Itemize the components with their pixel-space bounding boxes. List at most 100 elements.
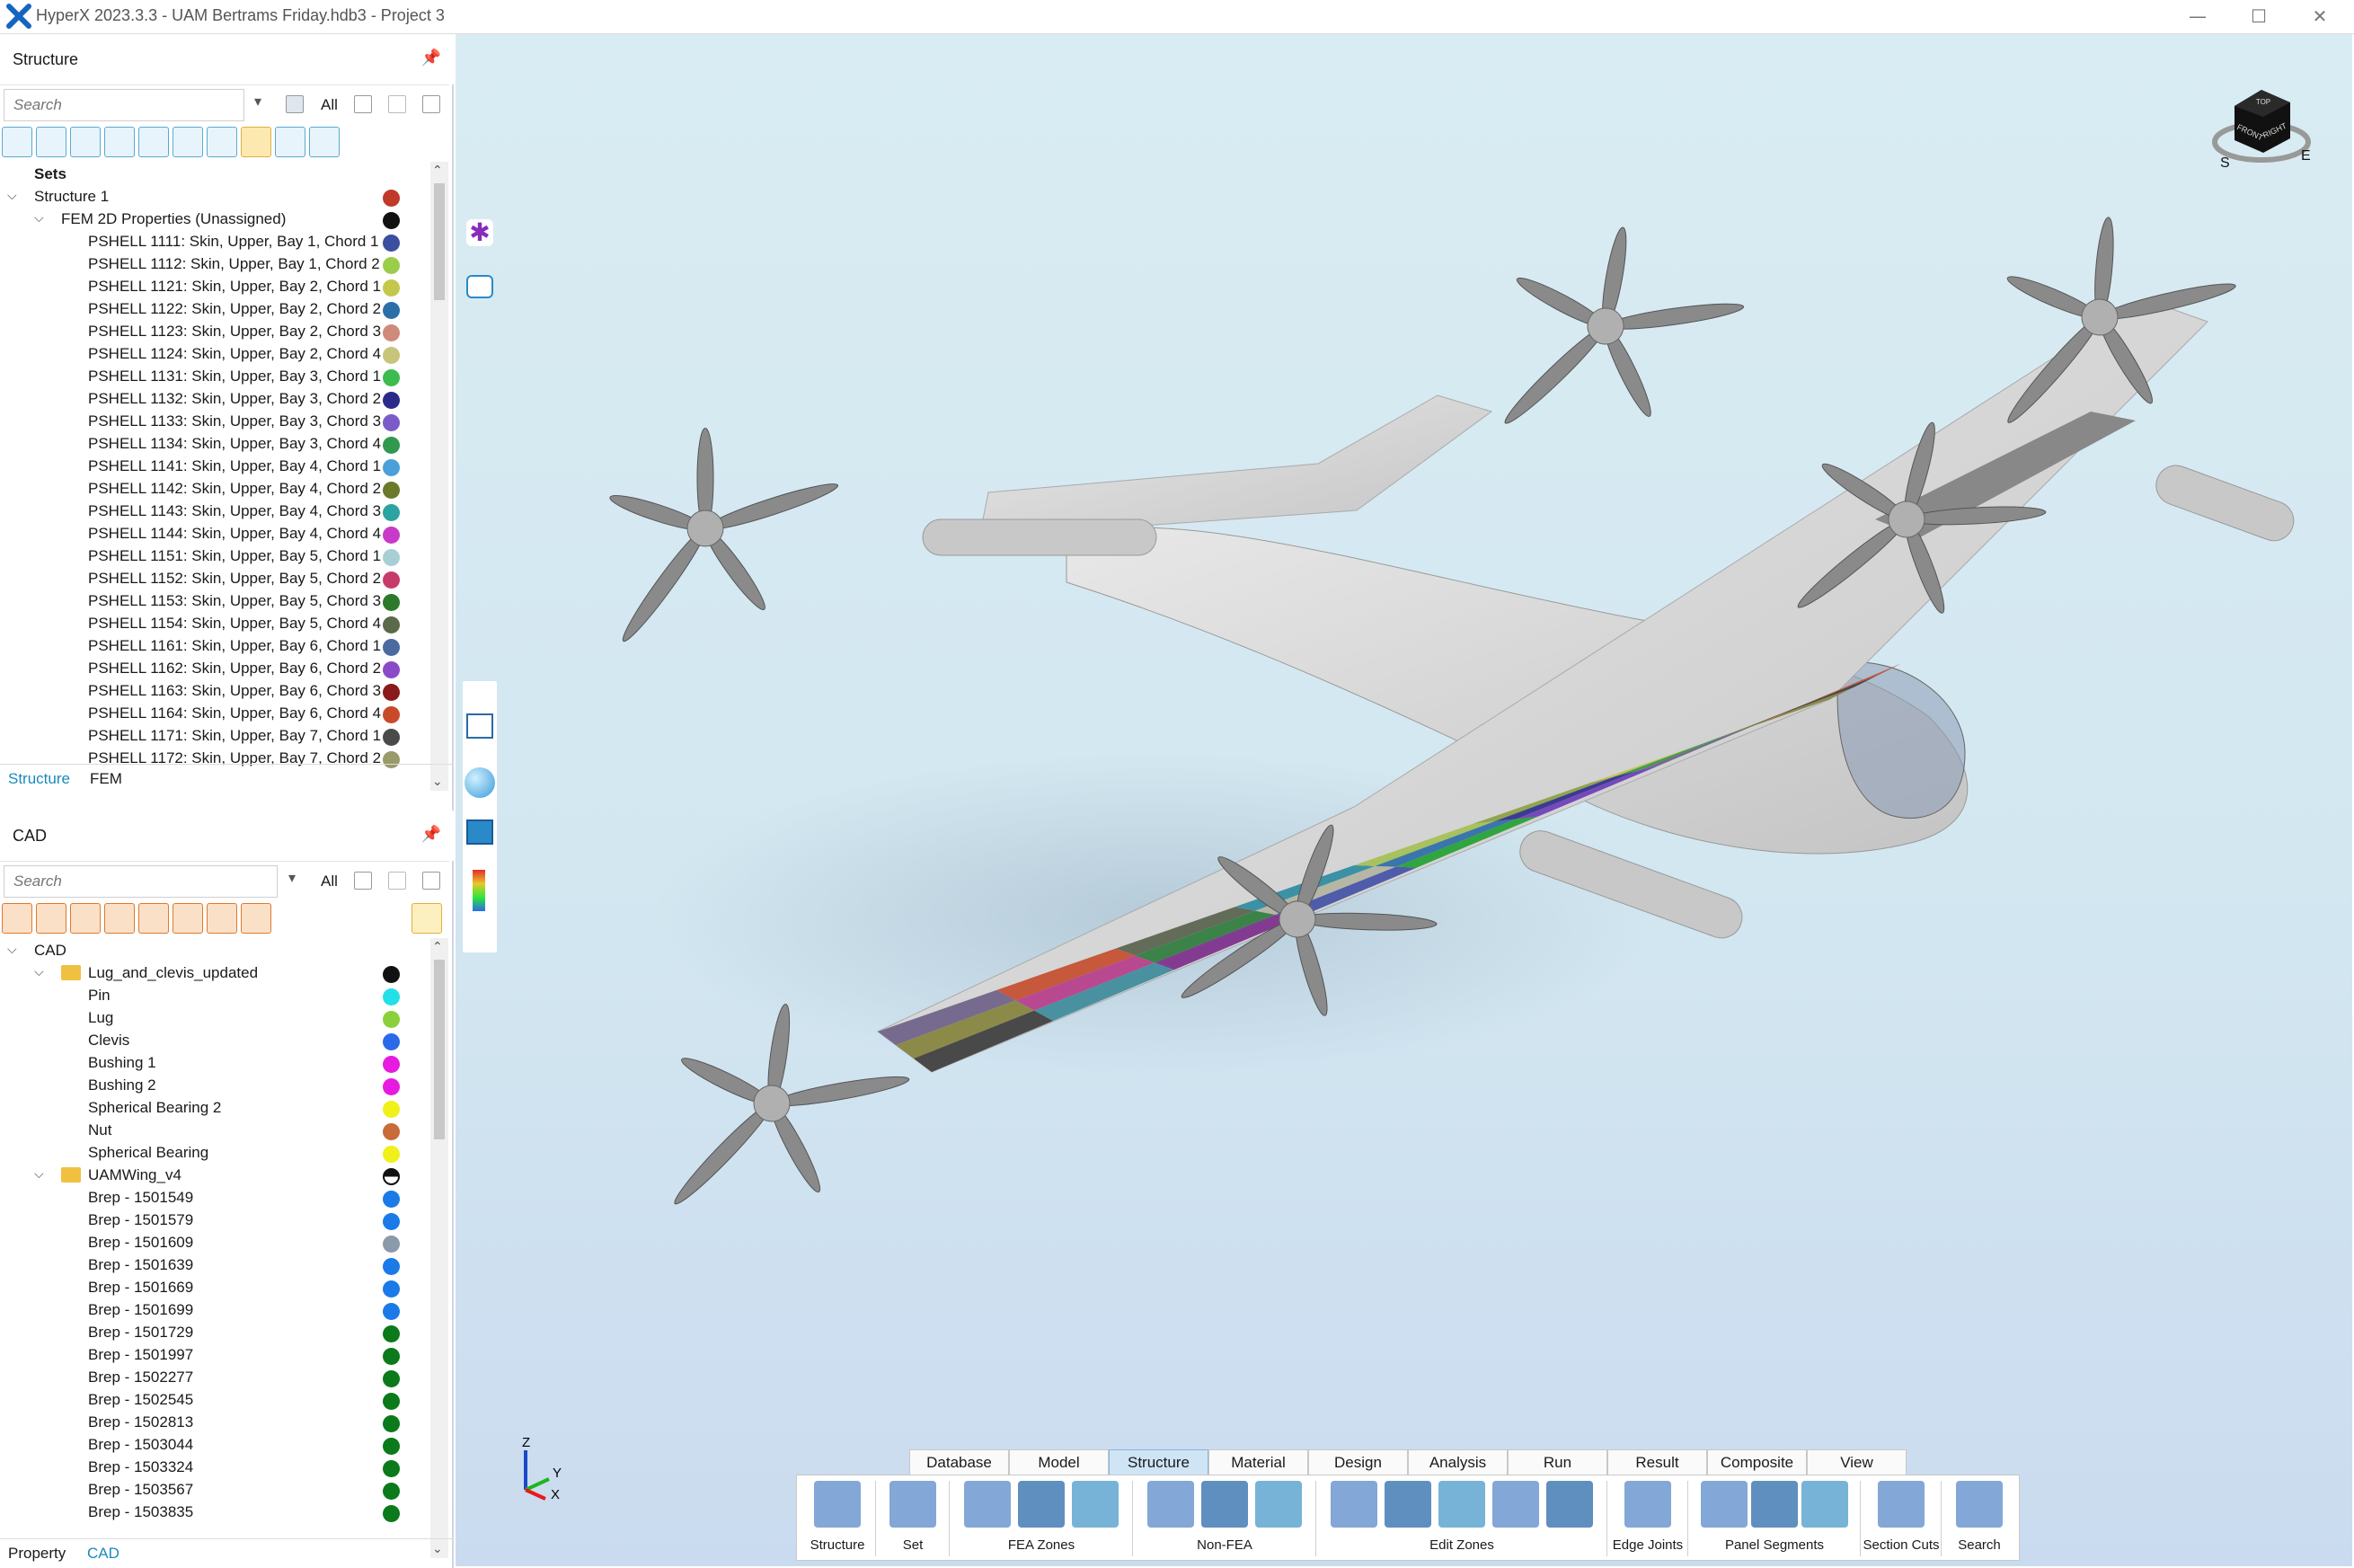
import-icon[interactable] — [2, 903, 32, 934]
color-swatch[interactable] — [383, 1393, 400, 1410]
color-swatch[interactable] — [383, 1483, 400, 1500]
ribbon-tab[interactable]: View — [1807, 1449, 1907, 1475]
maximize-button[interactable]: ☐ — [2232, 2, 2286, 32]
tree-item-brep[interactable]: Brep - 1501729 — [0, 1322, 429, 1344]
ribbon-tab[interactable]: Run — [1508, 1449, 1607, 1475]
point-icon[interactable] — [138, 903, 169, 934]
tree-item-pshell[interactable]: PSHELL 1112: Skin, Upper, Bay 1, Chord 2 — [0, 253, 429, 276]
copy-icon[interactable] — [354, 872, 372, 890]
chevron-down-icon[interactable]: ⌵ — [7, 943, 17, 957]
tree-item-cad-root[interactable]: ⌵ CAD — [0, 940, 429, 962]
ribbon-tab[interactable]: Result — [1607, 1449, 1707, 1475]
color-swatch[interactable] — [383, 212, 400, 229]
tree-item-pshell[interactable]: PSHELL 1143: Skin, Upper, Bay 4, Chord 3 — [0, 501, 429, 523]
ribbon-button[interactable] — [1751, 1481, 1798, 1528]
chevron-down-icon[interactable]: ⌵ — [34, 211, 44, 226]
tree-item-brep[interactable]: Brep - 1501579 — [0, 1209, 429, 1232]
color-swatch[interactable] — [383, 302, 400, 319]
tree-item-cad-part[interactable]: Spherical Bearing 2 — [0, 1097, 429, 1120]
ribbon-button[interactable] — [1438, 1481, 1485, 1528]
ribbon-button[interactable] — [1801, 1481, 1848, 1528]
color-swatch[interactable] — [383, 1078, 400, 1095]
tree-item-brep[interactable]: Brep - 1502813 — [0, 1412, 429, 1434]
ribbon-button[interactable] — [814, 1481, 861, 1528]
tree-item-pshell[interactable]: PSHELL 1153: Skin, Upper, Bay 5, Chord 3 — [0, 590, 429, 613]
colorbar-icon[interactable] — [473, 870, 485, 911]
tree-item-pshell[interactable]: PSHELL 1162: Skin, Upper, Bay 6, Chord 2 — [0, 658, 429, 680]
color-swatch[interactable] — [383, 1033, 400, 1050]
tree-item-cad-part[interactable]: Nut — [0, 1120, 429, 1142]
tree-item-pshell[interactable]: PSHELL 1142: Skin, Upper, Bay 4, Chord 2 — [0, 478, 429, 501]
color-swatch[interactable] — [383, 279, 400, 297]
tree-item-pshell[interactable]: PSHELL 1111: Skin, Upper, Bay 1, Chord 1 — [0, 231, 429, 253]
tab-structure[interactable]: Structure — [8, 770, 70, 788]
tree-item-pshell[interactable]: PSHELL 1134: Skin, Upper, Bay 3, Chord 4 — [0, 433, 429, 456]
tree-item-pshell[interactable]: PSHELL 1161: Skin, Upper, Bay 6, Chord 1 — [0, 635, 429, 658]
color-swatch[interactable] — [383, 482, 400, 499]
color-swatch[interactable] — [383, 392, 400, 409]
swap-icon[interactable] — [422, 872, 440, 890]
ribbon-tab[interactable]: Database — [909, 1449, 1009, 1475]
color-swatch[interactable] — [383, 369, 400, 386]
ribbon-button[interactable] — [1878, 1481, 1925, 1528]
tree-item-cad-part[interactable]: Pin — [0, 985, 429, 1007]
tree-item-pshell[interactable]: PSHELL 1171: Skin, Upper, Bay 7, Chord 1 — [0, 725, 429, 748]
ribbon-button[interactable] — [889, 1481, 936, 1528]
color-swatch[interactable] — [383, 1325, 400, 1342]
curve-icon[interactable] — [104, 903, 135, 934]
color-swatch[interactable] — [383, 1348, 400, 1365]
ribbon-tab[interactable]: Analysis — [1408, 1449, 1508, 1475]
solid-icon[interactable] — [36, 903, 66, 934]
node-icon[interactable] — [2, 127, 32, 157]
cad-scrollbar[interactable]: ⌃ ⌄ — [430, 938, 448, 1558]
tree-item-sets[interactable]: Sets — [0, 164, 429, 186]
panel-icon[interactable] — [70, 127, 101, 157]
minimize-button[interactable]: — — [2171, 2, 2225, 32]
tree-item-brep[interactable]: Brep - 1502277 — [0, 1367, 429, 1389]
tree-item-brep[interactable]: Brep - 1503324 — [0, 1457, 429, 1479]
color-swatch[interactable] — [383, 235, 400, 252]
measure-icon[interactable] — [241, 903, 271, 934]
rear-wing[interactable] — [978, 394, 1493, 538]
viewcube[interactable]: TOP FRONT RIGHT S E — [2208, 70, 2315, 178]
tree-item-brep[interactable]: Brep - 1501609 — [0, 1232, 429, 1254]
tree-item-cad-part[interactable]: Bushing 2 — [0, 1075, 429, 1097]
color-swatch[interactable] — [383, 414, 400, 431]
tree-item-brep[interactable]: Brep - 1501699 — [0, 1299, 429, 1322]
tree-item-cad-part[interactable]: Bushing 1 — [0, 1052, 429, 1075]
surface-icon[interactable] — [70, 903, 101, 934]
tree-icon[interactable] — [388, 95, 406, 113]
tab-fem[interactable]: FEM — [90, 770, 122, 788]
tree-item-pshell[interactable]: PSHELL 1151: Skin, Upper, Bay 5, Chord 1 — [0, 545, 429, 568]
tree-item-brep[interactable]: Brep - 1501549 — [0, 1187, 429, 1209]
color-swatch[interactable] — [383, 1460, 400, 1477]
eye-icon[interactable] — [275, 127, 305, 157]
chevron-down-icon[interactable]: ▾ — [288, 869, 296, 887]
tree-item-cad-part[interactable]: Spherical Bearing — [0, 1142, 429, 1165]
ribbon-button[interactable] — [1701, 1481, 1748, 1528]
tree-item-pshell[interactable]: PSHELL 1124: Skin, Upper, Bay 2, Chord 4 — [0, 343, 429, 366]
copy-icon[interactable] — [354, 95, 372, 113]
rectangle-select-icon[interactable] — [466, 275, 493, 298]
ribbon-button[interactable] — [1147, 1481, 1194, 1528]
aircraft-model[interactable] — [456, 34, 2352, 1566]
color-swatch[interactable] — [383, 966, 400, 983]
tree-item-brep[interactable]: Brep - 1503044 — [0, 1434, 429, 1457]
color-swatch[interactable] — [383, 459, 400, 476]
propeller[interactable] — [607, 427, 840, 645]
plate-icon[interactable] — [138, 127, 169, 157]
tree-item-cad-part[interactable]: Lug — [0, 1007, 429, 1030]
add-folder-icon[interactable] — [412, 903, 442, 934]
close-button[interactable]: ✕ — [2293, 2, 2347, 32]
tree-item-pshell[interactable]: PSHELL 1144: Skin, Upper, Bay 4, Chord 4 — [0, 523, 429, 545]
ribbon-button[interactable] — [1072, 1481, 1119, 1528]
color-swatch[interactable] — [383, 1415, 400, 1432]
pin-icon[interactable]: 📌 — [421, 825, 441, 844]
tab-cad[interactable]: CAD — [87, 1545, 119, 1563]
color-swatch[interactable] — [383, 1123, 400, 1140]
nacelle[interactable] — [922, 518, 1157, 556]
3d-viewport[interactable]: TOP FRONT RIGHT S E ✱ Z Y X — [456, 34, 2352, 1566]
settings-icon[interactable] — [309, 127, 340, 157]
solid-icon[interactable] — [36, 127, 66, 157]
color-swatch[interactable] — [383, 1258, 400, 1275]
